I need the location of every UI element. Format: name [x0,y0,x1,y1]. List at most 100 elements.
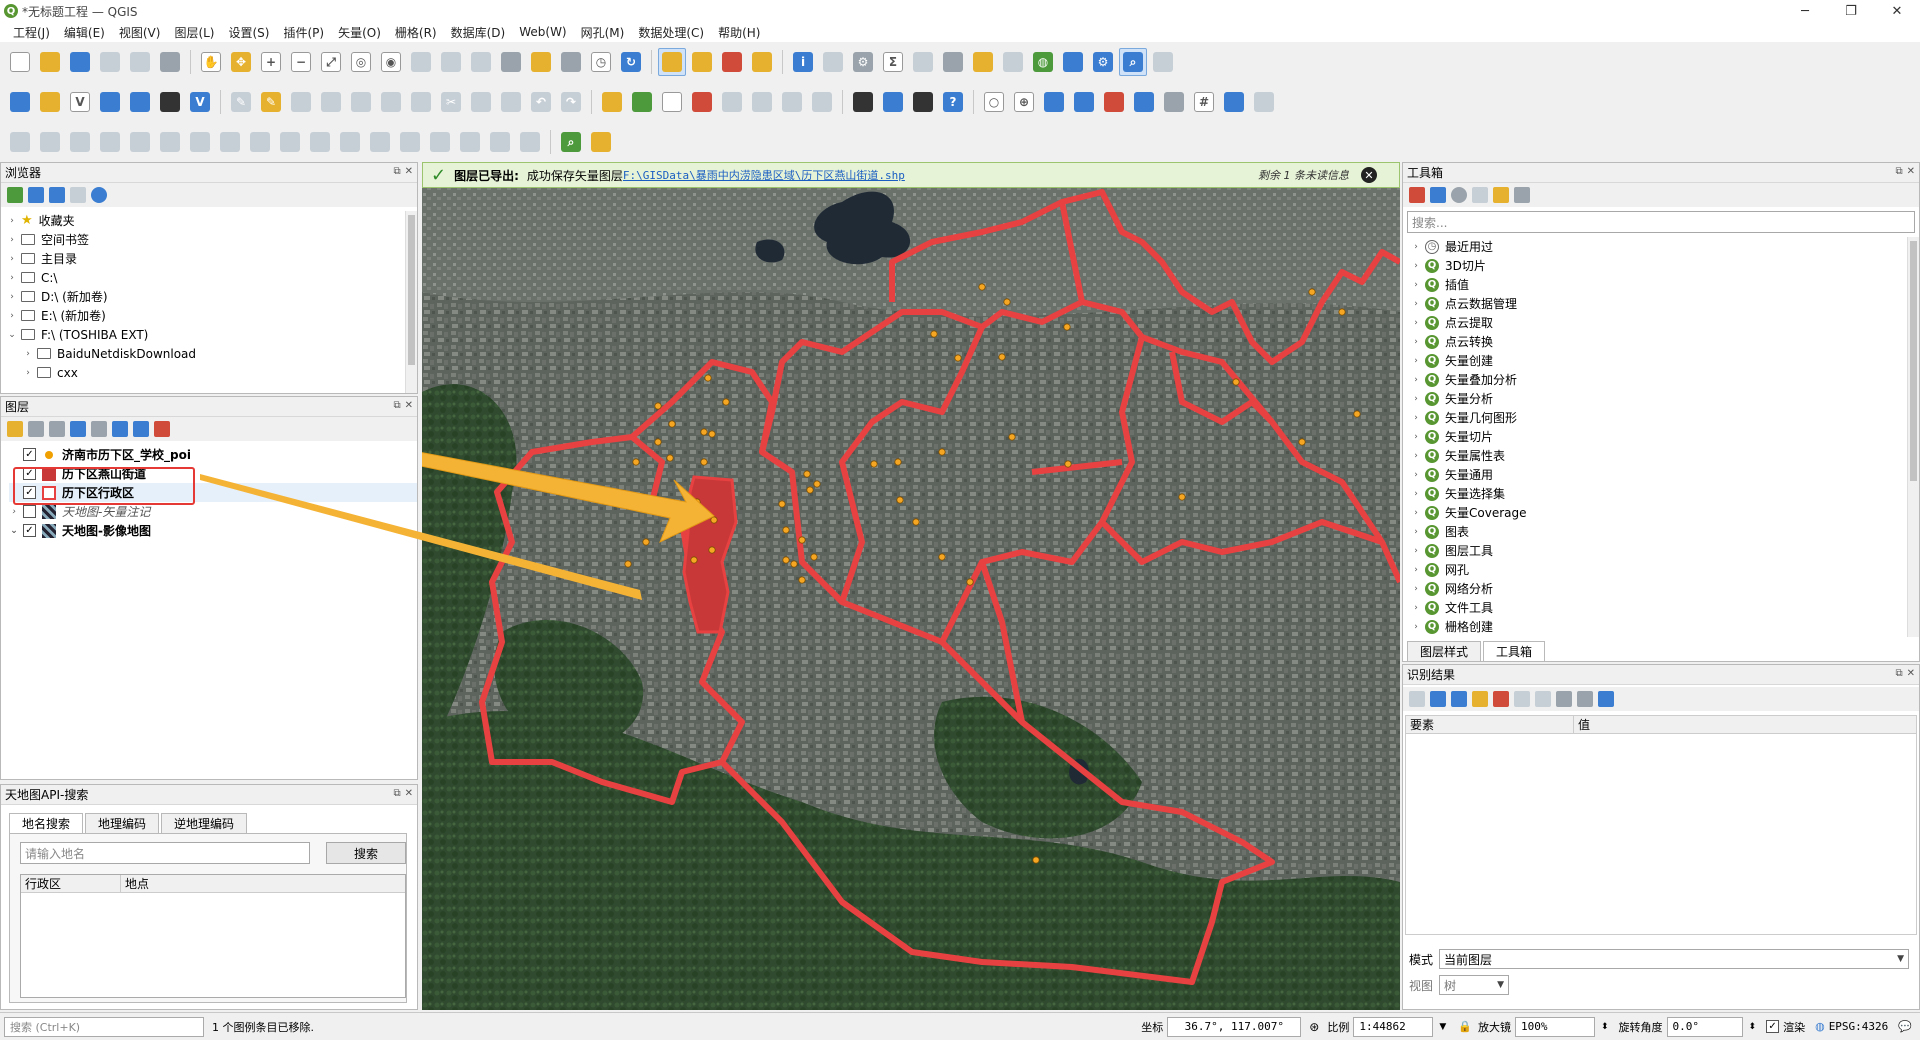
column-header-value[interactable]: 值 [1574,716,1590,733]
toolbox-item[interactable]: › Q 文件工具 [1411,598,1919,617]
adv-digitize-17-button[interactable] [486,128,514,156]
rotation-stepper-icon[interactable]: ⬍ [1749,1022,1757,1032]
new-print-layout-button[interactable] [96,48,124,76]
toolbox-item[interactable]: › Q 矢量几何图形 [1411,408,1919,427]
clear-results-icon[interactable] [1493,691,1509,707]
add-postgis-button[interactable] [126,88,154,116]
locator-search-input[interactable]: 搜索 (Ctrl+K) [4,1016,204,1037]
zoom-native-button[interactable] [407,48,435,76]
adv-digitize-5-button[interactable] [126,128,154,156]
edit-features-icon[interactable] [1493,187,1509,203]
zoom-next-button[interactable] [467,48,495,76]
modify-attributes-button[interactable] [377,88,405,116]
expand-new-icon[interactable] [1472,691,1488,707]
add-raster-button[interactable] [96,88,124,116]
processing-toolbox-button[interactable]: ⚙ [849,48,877,76]
expand-icon[interactable]: › [1411,299,1421,309]
pin-labels-button[interactable] [658,88,686,116]
expand-icon[interactable]: › [1411,489,1421,499]
results-viewer-icon[interactable] [1472,187,1488,203]
expand-icon[interactable]: › [23,368,33,378]
identify-options-icon[interactable] [1409,691,1425,707]
new-project-button[interactable] [6,48,34,76]
lock-scale-icon[interactable]: 🔒 [1458,1020,1472,1033]
view-select[interactable]: 树 ▼ [1439,975,1509,995]
scale-field[interactable]: 1:44862 [1353,1016,1434,1037]
label-properties-button[interactable] [808,88,836,116]
collapse-tree-icon[interactable] [1451,691,1467,707]
toolbox-item[interactable]: › Q 矢量叠加分析 [1411,370,1919,389]
tab-reverse-geocode[interactable]: 逆地理编码 [161,813,248,833]
place-search-button[interactable]: 搜索 [326,842,406,864]
history-icon[interactable] [1451,187,1467,203]
adv-digitize-13-button[interactable] [366,128,394,156]
zoom-last-button[interactable] [437,48,465,76]
expand-icon[interactable]: › [1411,584,1421,594]
select-location-button[interactable] [748,48,776,76]
expand-icon[interactable]: › [1411,622,1421,632]
new-geopackage-button[interactable] [36,88,64,116]
properties-icon[interactable] [91,187,107,203]
adv-digitize-8-button[interactable] [216,128,244,156]
float-panel-icon[interactable]: ⧉ [393,166,400,177]
options-icon[interactable] [1514,187,1530,203]
toolbox-item[interactable]: › Q 插值 [1411,275,1919,294]
toolbox-item[interactable]: › Q 矢量Coverage [1411,503,1919,522]
new-bookmark-button[interactable] [527,48,555,76]
new-map-view-button[interactable] [497,48,525,76]
cut-button[interactable]: ✂ [437,88,465,116]
crs-button[interactable]: EPSG:4326 [1829,1020,1889,1033]
globe-button[interactable]: ◍ [1029,48,1057,76]
zoom-selection-button[interactable]: ◎ [347,48,375,76]
browser-item-e-drive[interactable]: › E:\ (新加卷) [7,306,417,325]
menu-project[interactable]: 工程(J) [6,24,57,41]
toolbox-item[interactable]: › Q 矢量分析 [1411,389,1919,408]
add-virtual-layer-button[interactable]: V [186,88,214,116]
style-manager-button[interactable] [156,48,184,76]
adv-digitize-9-button[interactable] [246,128,274,156]
toolbox-item[interactable]: › Q 网络分析 [1411,579,1919,598]
close-panel-icon[interactable]: ✕ [405,788,413,799]
digitize-button[interactable] [317,88,345,116]
toolbox-item[interactable]: › Q 矢量通用 [1411,465,1919,484]
search-plugin-button[interactable]: ⌕ [557,128,585,156]
scale-dropdown-icon[interactable]: ▼ [1439,1022,1446,1032]
adv-digitize-15-button[interactable] [426,128,454,156]
menu-mesh[interactable]: 网孔(M) [574,24,632,41]
adv-digitize-16-button[interactable] [456,128,484,156]
close-panel-icon[interactable]: ✕ [405,166,413,177]
style-brush-icon[interactable] [7,421,23,437]
tab-processing-toolbox[interactable]: 工具箱 [1483,641,1546,661]
vertex-tool-button[interactable] [347,88,375,116]
layer-visibility-checkbox[interactable]: ✓ [23,448,36,461]
adv-digitize-1-button[interactable] [6,128,34,156]
georeferencer-button[interactable] [909,88,937,116]
statistics-button[interactable]: Σ [879,48,907,76]
browser-item-cxx[interactable]: › cxx [7,363,417,382]
messages-icon[interactable]: 💬 [1898,1020,1912,1033]
identify-button[interactable]: i [789,48,817,76]
help-button[interactable]: ? [939,88,967,116]
adv-digitize-7-button[interactable] [186,128,214,156]
browser-item-favorites[interactable]: › ★ 收藏夹 [7,211,417,230]
undo-button[interactable]: ↶ [527,88,555,116]
mode-select[interactable]: 当前图层 ▼ [1439,949,1909,969]
expand-icon[interactable]: › [7,235,17,245]
menu-view[interactable]: 视图(V) [112,24,168,41]
collapse-icon[interactable]: ⌄ [9,526,19,536]
expand-icon[interactable]: › [1411,337,1421,347]
toolbox-item[interactable]: › Q 矢量切片 [1411,427,1919,446]
layer-style-button[interactable] [1059,48,1087,76]
menu-settings[interactable]: 设置(S) [222,24,277,41]
expand-icon[interactable]: › [1411,546,1421,556]
place-search-input[interactable]: 请输入地名 [20,842,310,864]
toggle-editing-button[interactable]: ✎ [257,88,285,116]
collapse-icon[interactable]: ⌄ [7,330,17,340]
temporal-controller-button[interactable]: ◷ [587,48,615,76]
coordinate-capture-button[interactable] [1040,88,1068,116]
visibility-eye-icon[interactable] [49,421,65,437]
column-header-feature[interactable]: 要素 [1406,716,1574,733]
expand-icon[interactable]: › [9,507,19,517]
column-header-district[interactable]: 行政区 [21,875,121,892]
message-path-link[interactable]: F:\GISData\暴雨中内涝隐患区域\历下区燕山街道.shp [623,167,905,183]
